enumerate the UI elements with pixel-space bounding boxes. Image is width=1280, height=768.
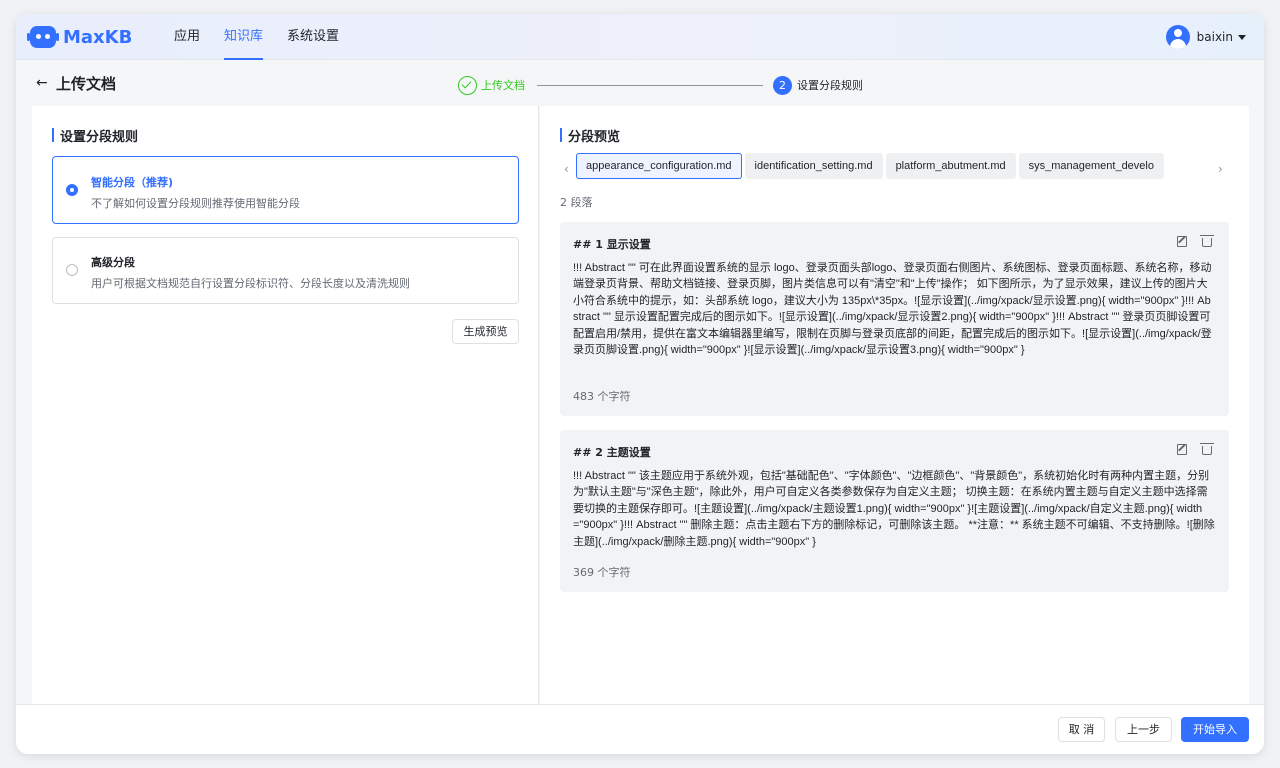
segment-preview-panel: 分段预览 ‹ appearance_configuration.md identi…	[540, 106, 1249, 704]
footer-bar: 取 消 上一步 开始导入	[16, 704, 1264, 754]
tab-scroll-left-icon[interactable]: ‹	[564, 162, 569, 176]
tab-file[interactable]: appearance_configuration.md	[576, 153, 742, 179]
app-window: MaxKB 应用 知识库 系统设置 baixin ← 上传文档 上传文档 2 设…	[16, 14, 1264, 754]
radio-advanced[interactable]	[66, 264, 78, 276]
segment-char-count: 483 个字符	[573, 390, 631, 403]
steps-indicator: 上传文档 2 设置分段规则	[458, 75, 863, 95]
option-smart-segment[interactable]: 智能分段（推荐) 不了解如何设置分段规则推荐使用智能分段	[52, 156, 519, 224]
logo-text: MaxKB	[63, 26, 133, 48]
option-title-smart: 智能分段（推荐)	[91, 176, 174, 189]
step2-label: 设置分段规则	[797, 79, 863, 92]
page-topbar: ← 上传文档 上传文档 2 设置分段规则	[16, 60, 1264, 106]
option-title-advanced: 高级分段	[91, 256, 135, 269]
page-title: 上传文档	[56, 75, 117, 93]
generate-preview-button[interactable]: 生成预览	[452, 319, 519, 344]
top-header: MaxKB 应用 知识库 系统设置 baixin	[16, 14, 1264, 60]
edit-icon[interactable]	[1177, 444, 1187, 455]
tab-scroll-right-icon[interactable]: ›	[1218, 162, 1223, 176]
step2-number: 2	[773, 75, 792, 95]
nav-item-apps[interactable]: 应用	[174, 14, 200, 60]
check-circle-icon	[458, 75, 477, 95]
segment-content: !!! Abstract "" 该主题应用于系统外观，包括"基础配色"、"字体颜…	[573, 470, 1215, 548]
step-divider	[537, 84, 763, 86]
main-nav: 应用 知识库 系统设置	[174, 14, 363, 60]
radio-smart[interactable]	[66, 184, 78, 196]
section-title-rules: 设置分段规则	[52, 126, 138, 145]
nav-item-settings[interactable]: 系统设置	[287, 14, 339, 60]
edit-icon[interactable]	[1177, 236, 1187, 247]
prev-step-button[interactable]: 上一步	[1115, 717, 1172, 742]
file-tabs: appearance_configuration.md identificatio…	[576, 153, 1216, 181]
section-title-preview: 分段预览	[560, 126, 620, 145]
option-advanced-segment[interactable]: 高级分段 用户可根据文档规范自行设置分段标识符、分段长度以及清洗规则	[52, 237, 519, 304]
segment-title: ## 2 主题设置	[573, 446, 651, 459]
user-menu[interactable]: baixin	[1165, 25, 1246, 49]
logo[interactable]: MaxKB	[27, 24, 133, 50]
maxkb-logo-icon	[27, 26, 59, 48]
segment-card: ## 1 显示设置 !!! Abstract "" 可在此界面设置系统的显示 l…	[560, 222, 1229, 416]
option-desc-advanced: 用户可根据文档规范自行设置分段标识符、分段长度以及清洗规则	[91, 277, 410, 290]
nav-item-knowledge[interactable]: 知识库	[224, 14, 264, 60]
segment-count: 2 段落	[560, 196, 593, 209]
tab-file[interactable]: platform_abutment.md	[885, 153, 1016, 179]
segment-card: ## 2 主题设置 !!! Abstract "" 该主题应用于系统外观，包括"…	[560, 430, 1229, 592]
tab-file[interactable]: identification_setting.md	[744, 153, 883, 179]
user-name: baixin	[1196, 30, 1233, 44]
segment-char-count: 369 个字符	[573, 566, 631, 579]
chevron-down-icon	[1238, 34, 1246, 40]
start-import-button[interactable]: 开始导入	[1181, 717, 1249, 742]
tab-file[interactable]: sys_management_develo	[1018, 153, 1164, 179]
segment-rules-panel: 设置分段规则 智能分段（推荐) 不了解如何设置分段规则推荐使用智能分段 高级分段…	[32, 106, 539, 704]
delete-icon[interactable]	[1200, 235, 1214, 247]
back-arrow-icon[interactable]: ←	[36, 75, 48, 91]
delete-icon[interactable]	[1200, 443, 1214, 455]
user-avatar-icon	[1165, 25, 1190, 49]
cancel-button[interactable]: 取 消	[1058, 717, 1105, 742]
step1-label: 上传文档	[481, 79, 525, 92]
option-desc-smart: 不了解如何设置分段规则推荐使用智能分段	[91, 197, 300, 210]
segment-title: ## 1 显示设置	[573, 238, 651, 251]
segment-content: !!! Abstract "" 可在此界面设置系统的显示 logo、登录页面头部…	[573, 262, 1212, 357]
